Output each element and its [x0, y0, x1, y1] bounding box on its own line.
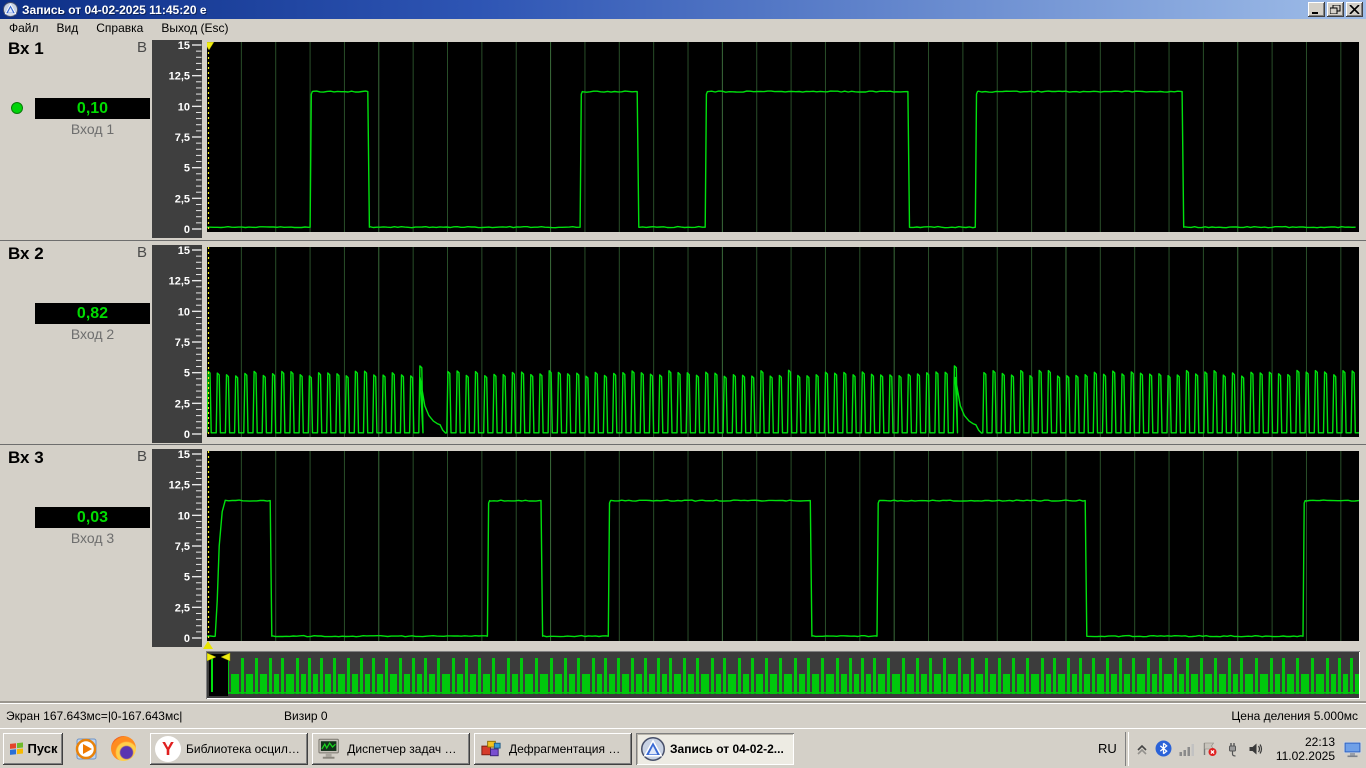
yandex-browser-icon: Y: [155, 735, 181, 762]
svg-text:2,5: 2,5: [175, 193, 190, 205]
svg-text:7,5: 7,5: [175, 132, 190, 144]
svg-text:0: 0: [184, 224, 190, 236]
channel-3-unit: В: [136, 448, 147, 465]
channel-2-label: Вход 2: [70, 326, 115, 342]
svg-text:10: 10: [178, 510, 190, 522]
channel-3-name: Вх 3: [8, 448, 44, 467]
power-plug-icon[interactable]: [1224, 741, 1241, 757]
taskbar-button[interactable]: Y Библиотека осцилло...: [150, 732, 308, 765]
taskbar: Пуск Y Библиотека осцилло... Диспетчер з…: [0, 728, 1366, 768]
media-player-icon[interactable]: [73, 736, 99, 762]
channel-3-voltage-scale[interactable]: 0 2,5 5 7,5 10 12,5 15: [152, 449, 202, 647]
oscilloscope-app-icon: [3, 2, 18, 17]
overview-waveform[interactable]: [207, 652, 1359, 698]
svg-text:12,5: 12,5: [169, 276, 190, 288]
channel-1-unit: В: [136, 39, 147, 56]
channel-row-3: Вх 3 В 0,03 Вход 3 0 2,5 5 7,5 10 12,5 15: [0, 444, 1366, 648]
svg-text:10: 10: [178, 306, 190, 318]
taskbar-button[interactable]: Запись от 04-02-2...: [636, 732, 794, 765]
title-bar: Запись от 04-02-2025 11:45:20 е: [0, 0, 1366, 19]
tray-divider: [1124, 731, 1129, 766]
status-screen-range: Экран 167.643мс=|0-167.643мс|: [6, 709, 183, 723]
svg-text:2,5: 2,5: [175, 602, 190, 614]
minimize-button[interactable]: [1308, 2, 1325, 17]
quick-launch: [73, 736, 136, 762]
channel-2-unit: В: [136, 244, 147, 261]
bluetooth-icon[interactable]: [1155, 740, 1172, 757]
channel-3-waveform-plot[interactable]: [207, 451, 1359, 641]
tray-time: 22:13: [1304, 734, 1335, 749]
tray-date: 11.02.2025: [1275, 748, 1335, 763]
signal-strength-icon[interactable]: [1178, 741, 1195, 757]
cursor-marker-bottom: [203, 641, 213, 649]
windows-logo-icon: [9, 742, 23, 755]
overview-minimap[interactable]: [206, 651, 1360, 699]
volume-speaker-icon[interactable]: [1247, 741, 1264, 757]
svg-text:12,5: 12,5: [169, 480, 190, 492]
security-alert-flag-icon[interactable]: [1201, 741, 1218, 757]
svg-text:10: 10: [178, 101, 190, 113]
channel-2-waveform-plot[interactable]: [207, 247, 1359, 437]
channel-3-label: Вход 3: [70, 530, 115, 546]
svg-text:15: 15: [178, 449, 190, 461]
channel-1-label: Вход 1: [70, 121, 115, 137]
firefox-icon[interactable]: [111, 736, 136, 761]
disk-defrag-icon: [481, 740, 501, 756]
channel-1-panel: Вх 1 В 0,10 Вход 1: [0, 36, 152, 240]
start-label: Пуск: [27, 741, 58, 756]
svg-text:5: 5: [184, 572, 190, 584]
display-monitor-icon[interactable]: [1343, 740, 1363, 758]
status-division-value: Цена деления 5.000мс: [1231, 709, 1358, 723]
svg-text:15: 15: [178, 40, 190, 52]
channel-2-name: Вх 2: [8, 244, 44, 263]
channel-2-value: 0,82: [35, 303, 150, 324]
tray-clock[interactable]: 22:13 11.02.2025: [1276, 735, 1335, 763]
status-cursor-position: Визир 0: [284, 709, 328, 723]
start-button[interactable]: Пуск: [3, 732, 63, 765]
channel-row-2: Вх 2 В 0,82 Вход 2 0 2,5 5 7,5 10 12,5 15: [0, 240, 1366, 444]
hide-icons-chevron-icon[interactable]: [1135, 741, 1149, 757]
svg-text:7,5: 7,5: [175, 541, 190, 553]
close-button[interactable]: [1346, 2, 1363, 17]
channel-1-voltage-scale[interactable]: 0 2,5 5 7,5 10 12,5 15: [152, 40, 202, 238]
svg-text:15: 15: [178, 245, 190, 257]
menu-exit[interactable]: Выход (Esc): [152, 20, 237, 36]
restore-button[interactable]: [1327, 2, 1344, 17]
menu-bar: Файл Вид Справка Выход (Esc): [0, 19, 1366, 36]
channel-1-name: Вх 1: [8, 39, 44, 58]
channel-row-1: Вх 1 В 0,10 Вход 1 0 2,5 5 7,5 10 12,5 15: [0, 36, 1366, 240]
task-manager-icon: [318, 738, 339, 759]
channel-2-voltage-scale[interactable]: 0 2,5 5 7,5 10 12,5 15: [152, 245, 202, 443]
channel-1-waveform-plot[interactable]: [207, 42, 1359, 232]
menu-file[interactable]: Файл: [0, 20, 48, 36]
svg-text:5: 5: [184, 368, 190, 380]
window-title: Запись от 04-02-2025 11:45:20 е: [22, 2, 207, 17]
svg-text:5: 5: [184, 163, 190, 175]
channel-1-value: 0,10: [35, 98, 150, 119]
taskbar-button[interactable]: Диспетчер задач Wi...: [312, 732, 470, 765]
menu-help[interactable]: Справка: [87, 20, 152, 36]
screen: { "window": { "title": "Запись от 04-02-…: [0, 0, 1366, 768]
taskbar-button[interactable]: Дефрагментация ди...: [474, 732, 632, 765]
channel-3-panel: Вх 3 В 0,03 Вход 3: [0, 445, 152, 648]
svg-text:2,5: 2,5: [175, 398, 190, 410]
svg-text:7,5: 7,5: [175, 337, 190, 349]
svg-text:0: 0: [184, 633, 190, 645]
channel-2-panel: Вх 2 В 0,82 Вход 2: [0, 241, 152, 444]
menu-view[interactable]: Вид: [48, 20, 88, 36]
channel-1-active-indicator[interactable]: [11, 102, 23, 114]
svg-text:12,5: 12,5: [169, 71, 190, 83]
language-indicator[interactable]: RU: [1098, 741, 1117, 756]
svg-text:0: 0: [184, 429, 190, 441]
oscilloscope-app-icon: [641, 736, 665, 761]
channel-3-value: 0,03: [35, 507, 150, 528]
status-bar: Экран 167.643мс=|0-167.643мс| Визир 0 Це…: [0, 703, 1366, 729]
system-tray: RU 22:13 11.02.2025: [1098, 731, 1363, 767]
